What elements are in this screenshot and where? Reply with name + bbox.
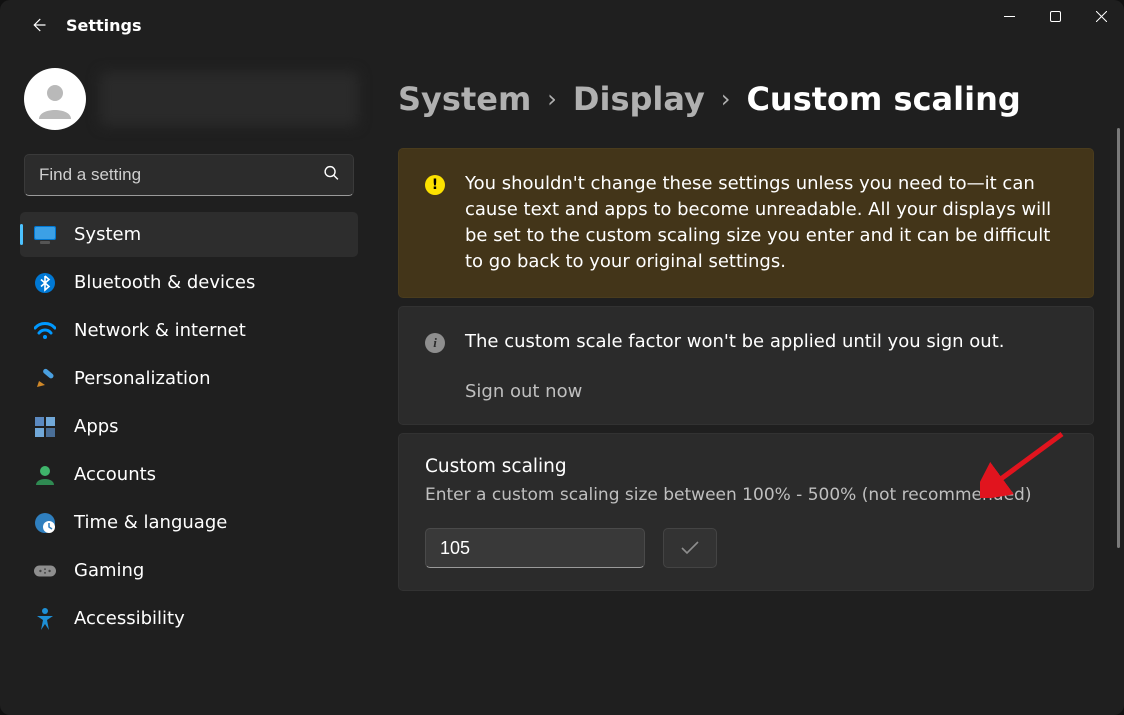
- bluetooth-icon: [34, 272, 56, 294]
- nav: System Bluetooth & devices Network & int…: [20, 212, 358, 641]
- sidebar-item-label: Time & language: [74, 512, 227, 533]
- sign-out-now-link[interactable]: Sign out now: [465, 381, 582, 402]
- custom-scaling-input[interactable]: [425, 528, 645, 568]
- accessibility-icon: [34, 608, 56, 630]
- sidebar-item-system[interactable]: System: [20, 212, 358, 257]
- app-title: Settings: [66, 16, 142, 35]
- sidebar-item-accessibility[interactable]: Accessibility: [20, 596, 358, 641]
- chevron-right-icon: ›: [547, 85, 557, 113]
- main-content: System › Display › Custom scaling ! You …: [370, 50, 1124, 715]
- custom-scaling-title: Custom scaling: [425, 456, 1067, 477]
- sidebar-item-network[interactable]: Network & internet: [20, 308, 358, 353]
- info-text: The custom scale factor won't be applied…: [465, 329, 1067, 355]
- system-icon: [34, 224, 56, 246]
- sidebar-item-label: Personalization: [74, 368, 210, 389]
- info-card: i The custom scale factor won't be appli…: [398, 306, 1094, 425]
- titlebar: Settings: [0, 0, 1124, 50]
- sidebar-item-label: Bluetooth & devices: [74, 272, 255, 293]
- search-icon: [323, 165, 340, 186]
- sidebar-item-label: System: [74, 224, 141, 245]
- close-button[interactable]: [1078, 0, 1124, 32]
- sidebar-item-label: Apps: [74, 416, 119, 437]
- apps-icon: [34, 416, 56, 438]
- gaming-icon: [34, 560, 56, 582]
- breadcrumb-system[interactable]: System: [398, 80, 531, 118]
- user-account-row[interactable]: [20, 64, 358, 148]
- sidebar-item-accounts[interactable]: Accounts: [20, 452, 358, 497]
- apply-button[interactable]: [663, 528, 717, 568]
- settings-window: Settings: [0, 0, 1124, 715]
- paintbrush-icon: [34, 368, 56, 390]
- custom-scaling-desc: Enter a custom scaling size between 100%…: [425, 483, 1067, 508]
- custom-scaling-card: Custom scaling Enter a custom scaling si…: [398, 433, 1094, 591]
- sidebar-item-label: Gaming: [74, 560, 144, 581]
- clock-globe-icon: [34, 512, 56, 534]
- accounts-icon: [34, 464, 56, 486]
- sidebar-item-bluetooth[interactable]: Bluetooth & devices: [20, 260, 358, 305]
- breadcrumb-current: Custom scaling: [746, 80, 1020, 118]
- sidebar-item-label: Network & internet: [74, 320, 246, 341]
- maximize-button[interactable]: [1032, 0, 1078, 32]
- back-button[interactable]: [18, 5, 58, 45]
- sidebar-item-gaming[interactable]: Gaming: [20, 548, 358, 593]
- sidebar-item-apps[interactable]: Apps: [20, 404, 358, 449]
- avatar: [24, 68, 86, 130]
- search-field-wrap: [24, 154, 354, 196]
- sidebar-item-label: Accessibility: [74, 608, 185, 629]
- sidebar-item-label: Accounts: [74, 464, 156, 485]
- breadcrumb-display[interactable]: Display: [573, 80, 705, 118]
- chevron-right-icon: ›: [721, 85, 731, 113]
- info-icon: i: [425, 333, 445, 353]
- sidebar: System Bluetooth & devices Network & int…: [0, 50, 370, 715]
- sidebar-item-personalization[interactable]: Personalization: [20, 356, 358, 401]
- warning-text: You shouldn't change these settings unle…: [465, 171, 1067, 275]
- user-info-redacted: [100, 72, 358, 126]
- warning-icon: !: [425, 175, 445, 195]
- search-input[interactable]: [24, 154, 354, 196]
- minimize-button[interactable]: [986, 0, 1032, 32]
- warning-card: ! You shouldn't change these settings un…: [398, 148, 1094, 298]
- breadcrumb: System › Display › Custom scaling: [398, 80, 1094, 118]
- window-controls: [986, 0, 1124, 32]
- wifi-icon: [34, 320, 56, 342]
- scrollbar-thumb[interactable]: [1117, 128, 1120, 548]
- sidebar-item-time-language[interactable]: Time & language: [20, 500, 358, 545]
